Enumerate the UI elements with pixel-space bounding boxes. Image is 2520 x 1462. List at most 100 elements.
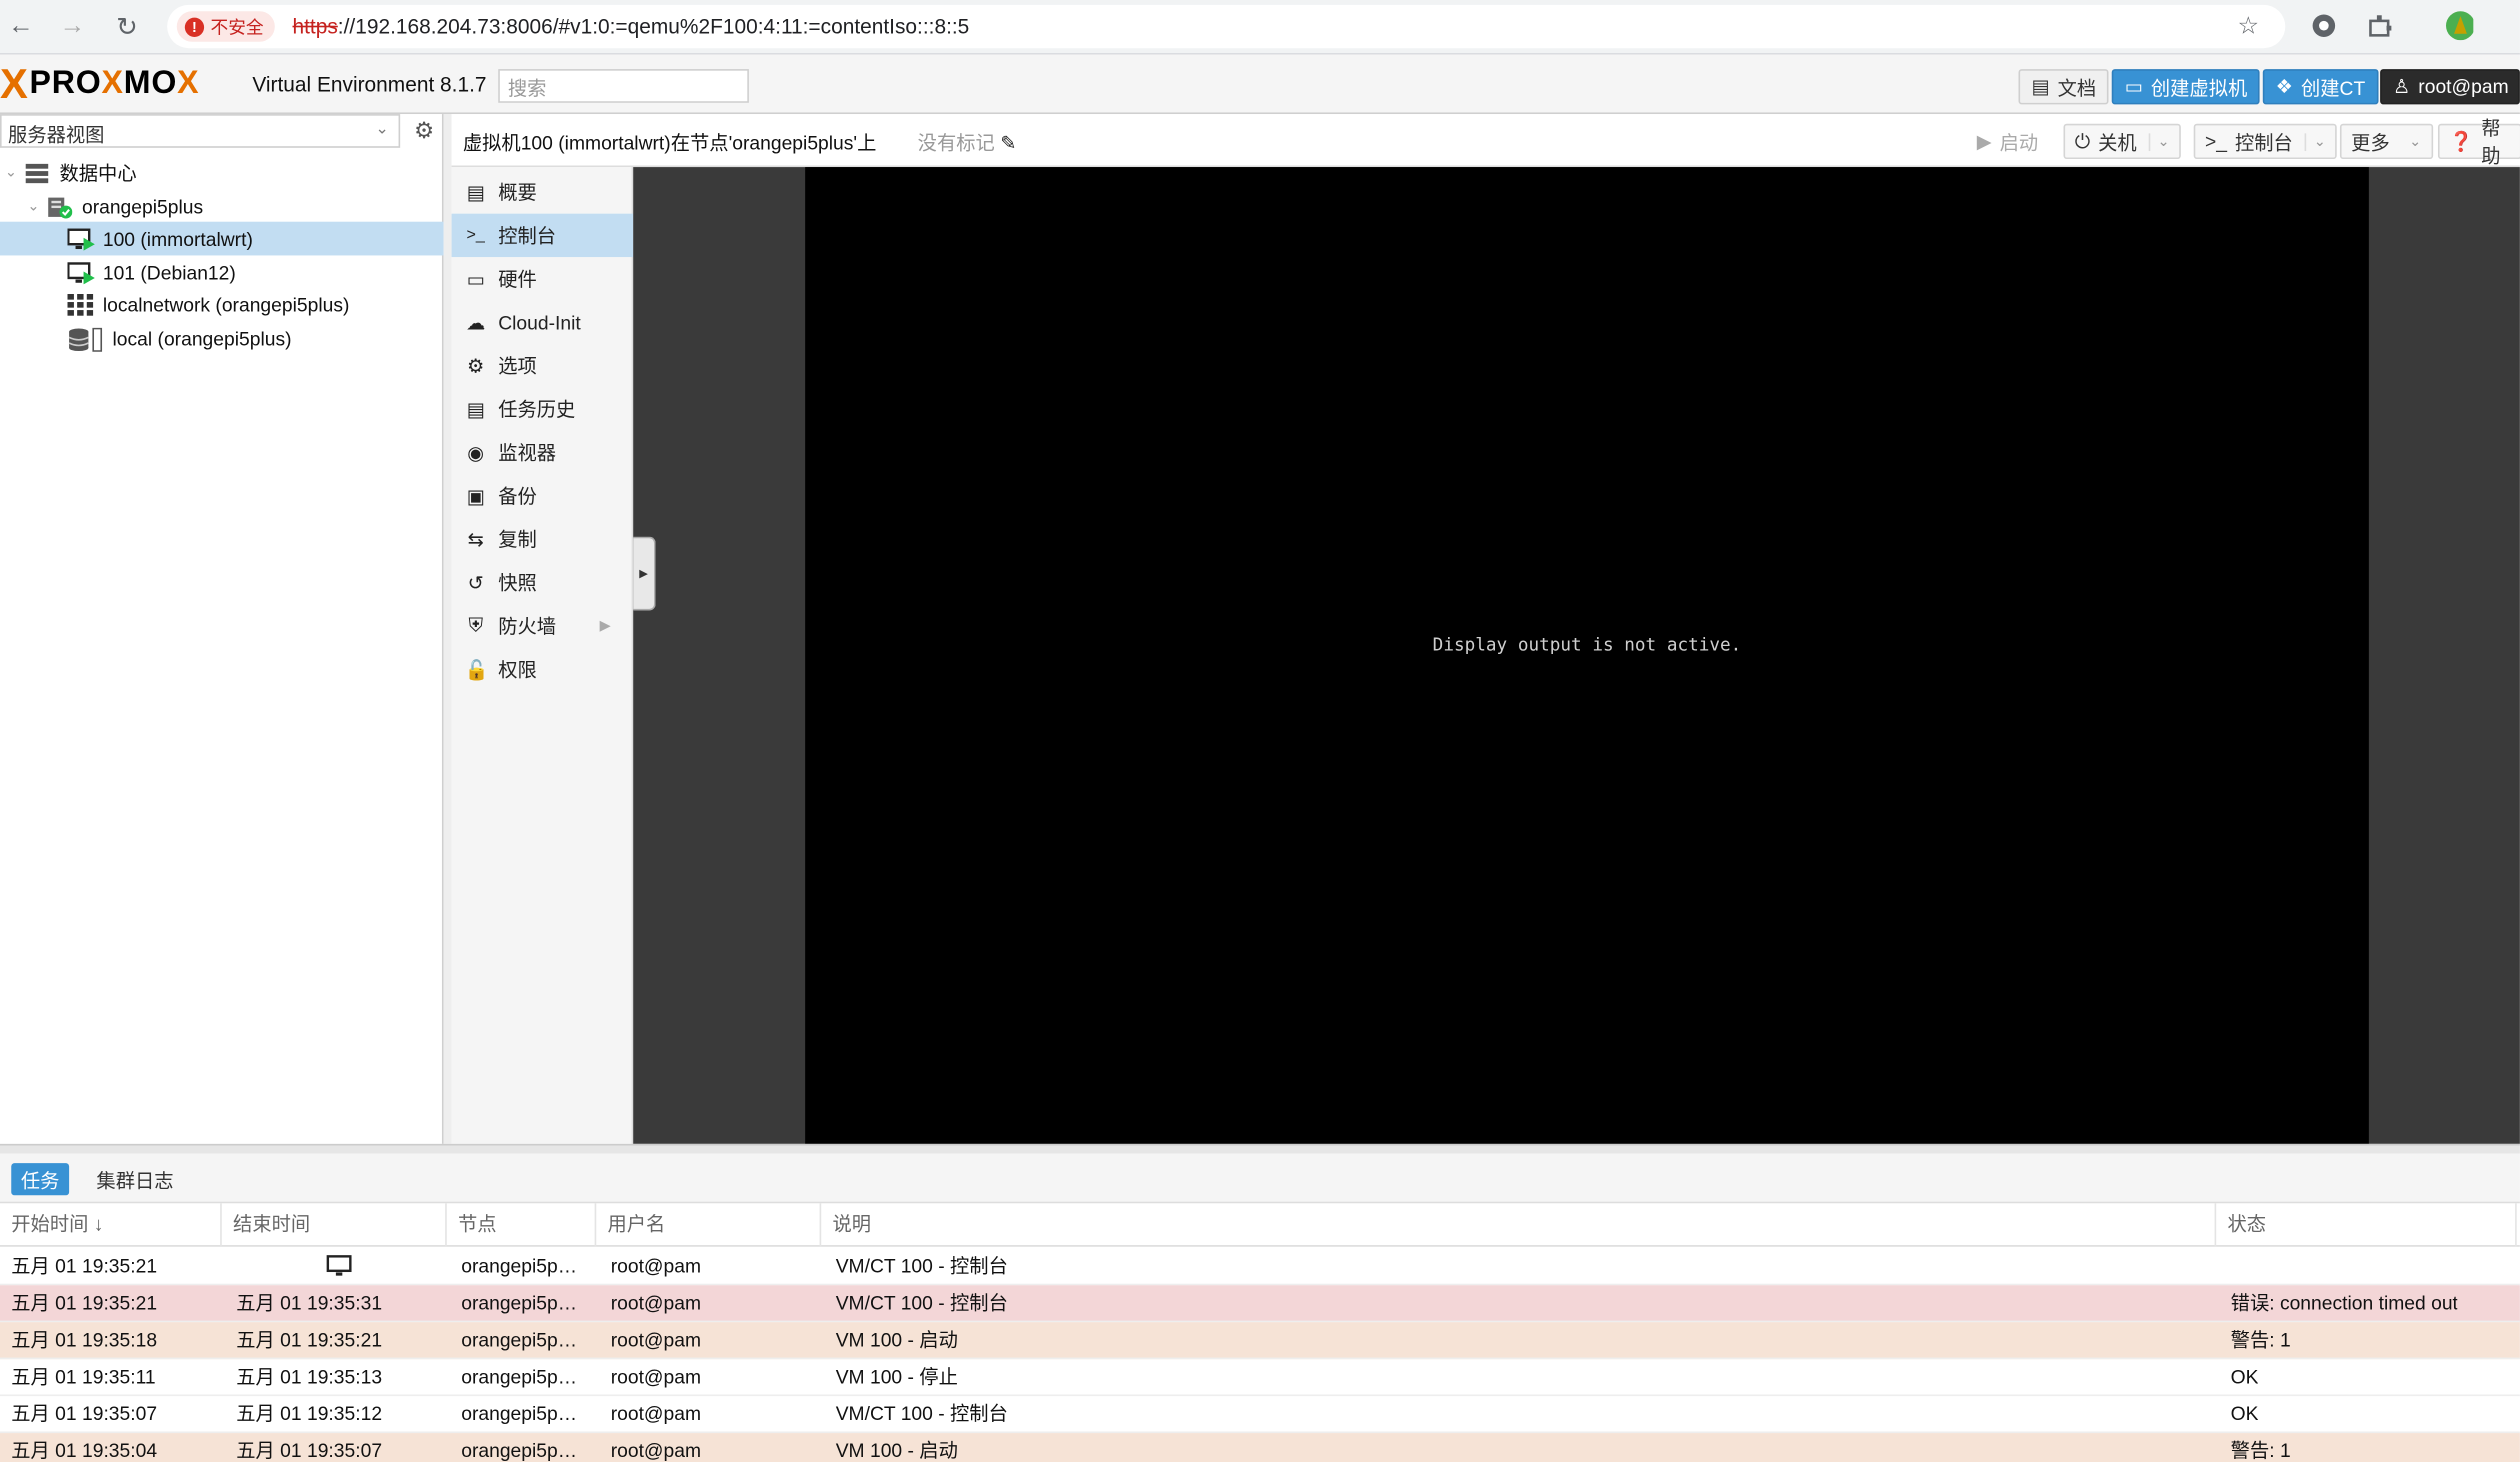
create-ct-button[interactable]: ❖ 创建CT <box>2262 69 2379 105</box>
tags-field[interactable]: 没有标记 ✎ <box>918 129 1017 156</box>
table-row[interactable]: 五月 01 19:35:11 五月 01 19:35:13 orangepi5p… r… <box>0 1359 2520 1397</box>
menu-item-options[interactable]: ⚙ 选项 <box>452 344 634 387</box>
logo-x-icon: X <box>0 59 28 108</box>
forward-icon[interactable]: → <box>55 10 90 45</box>
tasks-tabbar: 任务 集群日志 <box>0 1153 2520 1204</box>
table-row[interactable]: 五月 01 19:35:21 五月 01 19:35:31 orangepi5p… r… <box>0 1285 2520 1323</box>
view-selector[interactable]: 服务器视图 ⌄ <box>0 114 401 148</box>
cell-node: orangepi5p… <box>461 1291 578 1315</box>
vm-nav-menu: ▤ 概要 >_ 控制台 ▭ 硬件 ☁ Cloud-Init ⚙ 选项 ▤ 任务历史 ◉ 监视器… <box>451 167 634 1144</box>
cube-icon: ❖ <box>2275 75 2293 99</box>
url-text[interactable]: https://192.168.204.73:8006/#v1:0:=qemu%… <box>292 14 969 38</box>
tree-item-datacenter[interactable]: ⌄ 数据中心 <box>0 156 444 190</box>
table-row[interactable]: 五月 01 19:35:04 五月 01 19:35:07 orangepi5p… r… <box>0 1433 2520 1462</box>
menu-item-replication[interactable]: ⇆ 复制 <box>452 517 634 560</box>
menu-item-console[interactable]: >_ 控制台 <box>451 213 634 258</box>
view-selector-label: 服务器视图 <box>8 123 105 147</box>
insecure-label: 不安全 <box>210 18 264 38</box>
table-row[interactable]: 五月 01 19:35:07 五月 01 19:35:12 orangepi5p… r… <box>0 1396 2520 1434</box>
tree-item-label: local (orangepi5plus) <box>112 326 292 350</box>
column-end-time[interactable]: 结束时间 <box>222 1203 447 1247</box>
create-vm-button[interactable]: ▭ 创建虚拟机 <box>2111 69 2261 105</box>
tree-item-label: 100 (immortalwrt) <box>102 227 253 250</box>
server-rack-icon <box>24 161 50 183</box>
column-label: 开始时间 <box>11 1212 89 1236</box>
eye-icon: ◉ <box>467 441 485 464</box>
tree-item-node[interactable]: ⌄ orangepi5plus <box>0 190 444 224</box>
address-bar[interactable]: ! 不安全 https://192.168.204.73:8006/#v1:0:… <box>167 4 2286 49</box>
collapse-toggle-icon[interactable]: ⌄ <box>5 164 21 182</box>
user-label: root@pam <box>2418 75 2509 99</box>
menu-item-permissions[interactable]: 🔓 权限 <box>452 647 634 690</box>
table-row[interactable]: 五月 01 19:35:21 orangepi5p… root@pam VM/CT 1… <box>0 1248 2520 1286</box>
vnc-screen[interactable]: Display output is not active. <box>805 167 2369 1144</box>
menu-item-label: 权限 <box>498 658 537 682</box>
cell-desc: VM/CT 100 - 控制台 <box>835 1291 1008 1315</box>
console-button[interactable]: >_ 控制台 ⌄ <box>2193 123 2338 160</box>
extensions-puzzle-icon[interactable] <box>2366 11 2395 40</box>
back-icon[interactable]: ← <box>3 10 38 45</box>
cell-desc: VM/CT 100 - 控制台 <box>835 1402 1008 1426</box>
column-start-time[interactable]: 开始时间 ↓ <box>0 1203 222 1247</box>
more-label: 更多 <box>2351 130 2390 154</box>
panel-splitter[interactable] <box>443 114 452 1144</box>
column-node[interactable]: 节点 <box>447 1203 597 1247</box>
profile-avatar-icon[interactable] <box>2444 11 2474 41</box>
list-icon: ▤ <box>466 397 485 421</box>
tree-item-vm-101[interactable]: 101 (Debian12) <box>0 255 444 289</box>
menu-item-monitor[interactable]: ◉ 监视器 <box>452 431 634 474</box>
menu-item-cloudinit[interactable]: ☁ Cloud-Init <box>452 300 634 343</box>
chevron-down-icon: ⌄ <box>2409 132 2422 149</box>
bookmark-star-icon[interactable]: ☆ <box>2234 11 2263 40</box>
content-header: 虚拟机100 (immortalwrt)在节点'orangepi5plus'上 … <box>451 114 2520 168</box>
console-label: 控制台 <box>2234 130 2293 154</box>
tree-item-vm-100[interactable]: 100 (immortalwrt) <box>0 221 444 256</box>
cell-node: orangepi5p… <box>461 1328 578 1352</box>
horizontal-splitter[interactable]: ⌄ <box>0 1143 2520 1160</box>
menu-item-label: 概要 <box>498 181 537 205</box>
search-input[interactable]: 搜索 <box>498 69 749 103</box>
user-menu-button[interactable]: ♙ root@pam <box>2380 69 2520 105</box>
history-icon: ↺ <box>467 571 484 594</box>
cell-user: root@pam <box>610 1365 702 1389</box>
menu-item-label: 任务历史 <box>498 398 576 421</box>
running-console-icon <box>315 1248 352 1285</box>
tab-tasks[interactable]: 任务 <box>11 1163 70 1196</box>
security-badge[interactable]: ! 不安全 <box>176 11 275 42</box>
menu-item-firewall[interactable]: ⛨ 防火墙 ▶ <box>452 604 634 647</box>
cell-node: orangepi5p… <box>461 1365 578 1389</box>
more-button[interactable]: 更多 ⌄ <box>2339 123 2433 160</box>
start-label: 启动 <box>1999 130 2039 154</box>
table-row[interactable]: 五月 01 19:35:18 五月 01 19:35:21 orangepi5p… r… <box>0 1322 2520 1360</box>
tab-cluster-log[interactable]: 集群日志 <box>87 1163 183 1195</box>
help-button[interactable]: ❓ 帮助 <box>2437 117 2520 167</box>
collapse-toggle-icon[interactable]: ⌄ <box>27 198 43 216</box>
start-button[interactable]: ▶ 启动 <box>1965 124 2049 159</box>
reload-icon[interactable]: ↻ <box>109 10 144 45</box>
shutdown-button[interactable]: ⏻ 关机 ⌄ <box>2063 123 2181 160</box>
extension-shortcut-icon[interactable] <box>2309 11 2338 40</box>
tree-item-storage[interactable]: local (orangepi5plus) <box>0 321 444 355</box>
menu-item-hardware[interactable]: ▭ 硬件 <box>452 257 634 300</box>
cell-start: 五月 01 19:35:18 <box>11 1328 158 1352</box>
menu-item-snapshots[interactable]: ↺ 快照 <box>452 561 634 604</box>
menu-item-label: 快照 <box>498 571 537 595</box>
column-user[interactable]: 用户名 <box>596 1203 822 1247</box>
console-sidebar-toggle[interactable]: ▶ <box>633 536 656 611</box>
column-description[interactable]: 说明 <box>821 1203 2217 1247</box>
proxmox-logo[interactable]: X PROXMOX <box>0 59 199 108</box>
cell-desc: VM 100 - 启动 <box>835 1328 958 1352</box>
column-status[interactable]: 状态 <box>2216 1203 2517 1247</box>
menu-item-summary[interactable]: ▤ 概要 <box>452 170 634 213</box>
menu-item-task-history[interactable]: ▤ 任务历史 <box>452 387 634 430</box>
tree-item-sdn[interactable]: localnetwork (orangepi5plus) <box>0 288 444 322</box>
gear-icon[interactable]: ⚙ <box>408 117 440 146</box>
chevron-down-icon[interactable]: ⌄ <box>2147 132 2170 151</box>
menu-item-backup[interactable]: ▣ 备份 <box>452 474 634 517</box>
warning-icon: ! <box>184 16 205 37</box>
docs-button[interactable]: ▤ 文档 <box>2018 69 2110 105</box>
pencil-icon[interactable]: ✎ <box>1000 132 1016 154</box>
vm-running-icon <box>67 227 95 250</box>
chevron-down-icon[interactable]: ⌄ <box>2304 132 2326 151</box>
chevron-right-icon[interactable]: ▶ <box>600 617 611 635</box>
